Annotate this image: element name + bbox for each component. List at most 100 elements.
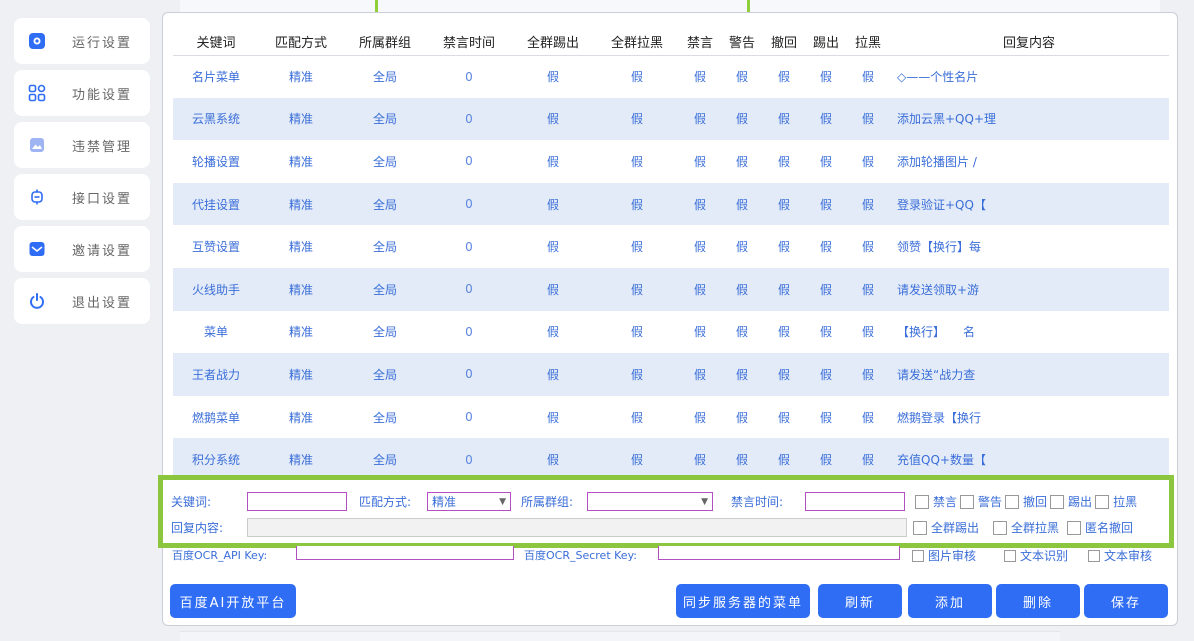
table-cell: 假 xyxy=(847,353,889,396)
checkbox-mute[interactable]: 禁言 xyxy=(915,493,957,510)
column-header[interactable]: 关键词 xyxy=(173,29,259,56)
table-row[interactable]: 云黑系统 精准 全局 0 假假假假假假假添加云黑+QQ+理 xyxy=(173,97,1169,141)
keyword-input[interactable] xyxy=(247,492,347,511)
table-cell: 假 xyxy=(763,97,805,141)
sidebar-item-run-settings[interactable]: 运行设置 xyxy=(14,18,150,64)
checkbox-recall[interactable]: 撤回 xyxy=(1005,493,1047,510)
column-header[interactable]: 匹配方式 xyxy=(259,29,343,56)
sidebar: 运行设置 功能设置 违禁管理 接口设置 邀请设置 退出设置 xyxy=(14,18,150,330)
column-header[interactable]: 回复内容 xyxy=(889,29,1169,56)
sidebar-item-function-settings[interactable]: 功能设置 xyxy=(14,70,150,116)
sync-server-menu-button[interactable]: 同步服务器的菜单 xyxy=(676,584,810,618)
column-header[interactable]: 撤回 xyxy=(763,29,805,56)
sidebar-item-label: 邀请设置 xyxy=(72,243,133,259)
table-cell: 假 xyxy=(735,325,748,340)
table-cell: 精准 xyxy=(288,70,313,85)
table-cell: 假 xyxy=(763,267,805,311)
table-cell: 菜单 xyxy=(203,325,228,340)
save-button[interactable]: 保存 xyxy=(1084,584,1168,618)
table-cell: 假 xyxy=(735,154,748,169)
table-cell: 假 xyxy=(819,410,832,425)
table-cell: 假 xyxy=(546,154,559,169)
table-cell: 假 xyxy=(546,70,559,85)
table-row[interactable]: 王者战力 精准 全局 0 假假假假假假假请发送“战力查 xyxy=(173,353,1169,396)
table-cell: ◇——个性名片 xyxy=(897,70,979,85)
table-cell: 假 xyxy=(721,97,763,141)
table-cell: 假 xyxy=(861,410,874,425)
table-cell: 假 xyxy=(735,240,748,255)
column-header[interactable]: 禁言 xyxy=(679,29,721,56)
table-row[interactable]: 火线助手 精准 全局 0 假假假假假假假请发送领取+游 xyxy=(173,267,1169,311)
checkbox-text-ocr[interactable]: 文本识别 xyxy=(1004,547,1068,562)
checkbox-anonymous-recall[interactable]: 匿名撤回 xyxy=(1067,519,1133,536)
sidebar-item-banned-management[interactable]: 违禁管理 xyxy=(14,122,150,168)
checkbox-blacklist[interactable]: 拉黑 xyxy=(1095,493,1137,510)
checkbox-label: 全群踢出 xyxy=(931,521,980,535)
checkbox-box xyxy=(993,520,1008,535)
checkbox-warn[interactable]: 警告 xyxy=(960,493,1002,510)
table-cell: 假 xyxy=(861,325,874,340)
table-cell: 假 xyxy=(735,70,748,85)
checkbox-box xyxy=(915,494,929,509)
refresh-button[interactable]: 刷新 xyxy=(818,584,902,618)
table-cell: 0 xyxy=(465,410,473,425)
checkbox-image-review[interactable]: 图片审核 xyxy=(912,547,976,562)
table-cell: 假 xyxy=(847,182,889,226)
table-row[interactable]: 菜单 精准 全局 0 假 假 假 假 假 假 假 【换行】 名 xyxy=(173,311,1169,354)
table-cell: 假 xyxy=(630,154,643,169)
ocr-api-key-input[interactable] xyxy=(296,546,514,560)
table-cell: 精准 xyxy=(288,240,313,255)
table-cell: 请发送“战力查 xyxy=(889,353,1169,396)
column-header[interactable]: 禁言时间 xyxy=(427,29,511,56)
table-row[interactable]: 轮播设置 精准 全局 0 假 假 假 假 假 假 假 添加轮播图片 / xyxy=(173,140,1169,183)
table-cell: 名片菜单 xyxy=(191,70,240,85)
column-header[interactable]: 所属群组 xyxy=(343,29,427,56)
ocr-secret-key-input[interactable] xyxy=(658,546,900,560)
table-cell: 添加云黑+QQ+理 xyxy=(889,97,1169,141)
reply-content-input[interactable] xyxy=(247,518,907,537)
table-cell: 全局 xyxy=(343,182,427,226)
checkbox-text-review[interactable]: 文本审核 xyxy=(1088,547,1152,562)
table-cell: 领赞【换行】每 xyxy=(897,240,982,255)
column-header[interactable]: 全群拉黑 xyxy=(595,29,679,56)
checkbox-label: 全群拉黑 xyxy=(1011,521,1060,535)
table-cell: 假 xyxy=(763,353,805,396)
table-cell: 假 xyxy=(595,97,679,141)
table-cell: 假 xyxy=(805,182,847,226)
column-header[interactable]: 拉黑 xyxy=(847,29,889,56)
table-cell: 假 xyxy=(805,97,847,141)
mute-time-input[interactable] xyxy=(805,492,905,511)
table-body: 名片菜单 精准 全局 0 假假假假假假假 ◇——个性名片 云黑系统 精准 全局 0 假假假假假假假添… xyxy=(173,55,1169,481)
table-cell: 假 xyxy=(777,154,790,169)
table-row[interactable]: 代挂设置 精准 全局 0 假假假假假假假登录验证+QQ【 xyxy=(173,182,1169,226)
table-cell: 假 xyxy=(693,325,706,340)
column-header[interactable]: 警告 xyxy=(721,29,763,56)
table-cell: 假 xyxy=(595,182,679,226)
table-row[interactable]: 名片菜单 精准 全局 0 假 假 假 假 假 假 假 ◇——个性名片 xyxy=(173,55,1169,98)
table-cell: 假 xyxy=(861,70,874,85)
table-cell: 假 xyxy=(546,240,559,255)
mute-time-label: 禁言时间: xyxy=(731,495,784,509)
table-cell: 0 xyxy=(465,69,473,84)
checkbox-kick[interactable]: 踢出 xyxy=(1050,493,1092,510)
table-cell: 全局 xyxy=(372,240,397,255)
baidu-ai-platform-button[interactable]: 百度AI开放平台 xyxy=(170,584,296,618)
match-mode-select[interactable]: 精准 ▼ xyxy=(427,492,511,511)
sidebar-item-exit-settings[interactable]: 退出设置 xyxy=(14,278,150,324)
table-cell: 假 xyxy=(595,267,679,311)
checkbox-group-2: 全群踢出 全群拉黑 匿名撤回 xyxy=(913,519,1136,536)
delete-button[interactable]: 删除 xyxy=(996,584,1080,618)
table-row[interactable]: 互赞设置 精准 全局 0 假 假 假 假 假 假 假 领赞【换行】每 xyxy=(173,225,1169,268)
checkbox-box xyxy=(1050,494,1065,509)
table-cell: 全局 xyxy=(343,97,427,141)
table-cell: 假 xyxy=(861,154,874,169)
sidebar-item-invite-settings[interactable]: 邀请设置 xyxy=(14,226,150,272)
column-header[interactable]: 全群踢出 xyxy=(511,29,595,56)
table-row[interactable]: 燃鹅菜单 精准 全局 0 假 假 假 假 假 假 假 燃鹅登录【换行 xyxy=(173,396,1169,439)
checkbox-all-group-blacklist[interactable]: 全群拉黑 xyxy=(993,519,1059,536)
add-button[interactable]: 添加 xyxy=(908,584,992,618)
column-header[interactable]: 踢出 xyxy=(805,29,847,56)
checkbox-all-group-kick[interactable]: 全群踢出 xyxy=(913,519,979,536)
sidebar-item-interface-settings[interactable]: 接口设置 xyxy=(14,174,150,220)
group-select[interactable]: ▼ xyxy=(587,492,713,511)
